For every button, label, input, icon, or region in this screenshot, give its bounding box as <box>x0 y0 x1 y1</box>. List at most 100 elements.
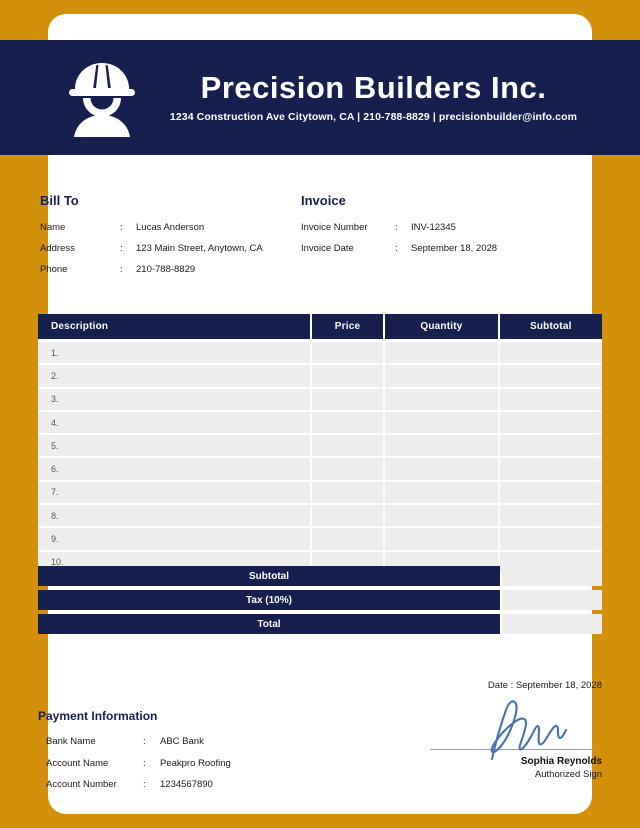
invoice-row-number: Invoice Number : INV-12345 <box>301 217 544 238</box>
cell-subtotal[interactable] <box>499 388 602 412</box>
table-row[interactable]: 8. <box>38 505 602 529</box>
handwritten-signature-icon <box>490 700 568 761</box>
bill-to-block: Bill To Name : Lucas Anderson Address : … <box>40 193 301 280</box>
bill-to-value-phone: 210-788-8829 <box>136 264 196 275</box>
cell-price[interactable] <box>311 435 386 459</box>
cell-price[interactable] <box>311 339 386 366</box>
invoice-title: Invoice <box>301 193 346 208</box>
cell-subtotal[interactable] <box>499 528 602 552</box>
cell-price[interactable] <box>311 388 386 412</box>
payment-value-account-name: Peakpro Roofing <box>160 757 231 769</box>
invoice-meta-block: Invoice Invoice Number : INV-12345 Invoi… <box>301 193 544 280</box>
invoice-label-date: Invoice Date <box>301 243 354 254</box>
signatory-role: Authorized Sign <box>534 769 602 780</box>
colon: : <box>120 222 123 233</box>
colon: : <box>143 736 146 747</box>
invoice-info-section: Bill To Name : Lucas Anderson Address : … <box>0 193 544 280</box>
cell-quantity[interactable] <box>385 365 500 389</box>
totals-value-tax[interactable] <box>502 590 602 610</box>
cell-quantity[interactable] <box>385 481 500 506</box>
totals-value-subtotal[interactable] <box>502 566 602 586</box>
table-row[interactable]: 7. <box>38 481 602 506</box>
bill-to-row-phone: Phone : 210-788-8829 <box>40 259 301 280</box>
cell-quantity[interactable] <box>385 388 500 412</box>
company-name: Precision Builders Inc. <box>200 69 547 105</box>
bill-to-row-address: Address : 123 Main Street, Anytown, CA <box>40 238 301 259</box>
signature-date: Date : September 18, 2028 <box>487 680 602 691</box>
cell-description[interactable]: 5. <box>38 435 312 459</box>
cell-price[interactable] <box>311 458 386 482</box>
table-row[interactable]: 3. <box>38 388 602 412</box>
invoice-header: Precision Builders Inc. 1234 Constructio… <box>0 40 640 155</box>
totals-row-tax: Tax (10%) <box>38 590 602 610</box>
payment-row-bank-name: Bank Name : ABC Bank <box>38 731 338 753</box>
cell-price[interactable] <box>311 481 386 506</box>
totals-row-total: Total <box>38 614 602 634</box>
payment-label-account-name: Account Name <box>46 757 109 769</box>
table-row[interactable]: 1. <box>38 339 602 366</box>
colon: : <box>143 779 146 790</box>
cell-description[interactable]: 3. <box>38 388 312 412</box>
cell-quantity[interactable] <box>385 528 500 552</box>
bill-to-value-name: Lucas Anderson <box>136 222 205 233</box>
cell-subtotal[interactable] <box>499 458 602 482</box>
signature-graphic <box>422 693 602 761</box>
bill-to-title: Bill To <box>40 193 79 208</box>
cell-price[interactable] <box>311 365 386 389</box>
cell-subtotal[interactable] <box>499 481 602 506</box>
totals-value-total[interactable] <box>502 614 602 634</box>
column-header-description: Description <box>38 314 312 339</box>
cell-price[interactable] <box>311 411 386 436</box>
table-row[interactable]: 6. <box>38 458 602 482</box>
cell-description[interactable]: 1. <box>38 339 312 366</box>
cell-subtotal[interactable] <box>499 411 602 436</box>
company-logo <box>42 57 162 139</box>
cell-description[interactable]: 9. <box>38 528 312 552</box>
table-row[interactable]: 5. <box>38 435 602 459</box>
cell-description[interactable]: 6. <box>38 458 312 482</box>
cell-subtotal[interactable] <box>499 339 602 366</box>
payment-row-account-number: Account Number : 1234567890 <box>38 774 338 796</box>
cell-description[interactable]: 8. <box>38 505 312 529</box>
table-row[interactable]: 4. <box>38 411 602 436</box>
cell-quantity[interactable] <box>385 505 500 529</box>
table-row[interactable]: 2. <box>38 365 602 389</box>
invoice-value-date: September 18, 2028 <box>411 243 498 254</box>
cell-subtotal[interactable] <box>499 435 602 459</box>
header-text-block: Precision Builders Inc. 1234 Constructio… <box>162 69 640 123</box>
invoice-label-number: Invoice Number <box>301 222 368 233</box>
cell-subtotal[interactable] <box>499 505 602 529</box>
cell-subtotal[interactable] <box>499 365 602 389</box>
totals-section: Subtotal Tax (10%) Total <box>38 566 602 638</box>
payment-label-account-number: Account Number <box>46 779 117 790</box>
bill-to-label-phone: Phone <box>40 264 68 275</box>
payment-information-section: Payment Information Bank Name : ABC Bank… <box>38 709 338 796</box>
cell-quantity[interactable] <box>385 411 500 436</box>
colon: : <box>143 757 146 769</box>
line-items-table: Description Price Quantity Subtotal 1. 2… <box>38 314 602 575</box>
invoice-value-number: INV-12345 <box>411 222 456 233</box>
colon: : <box>120 264 123 275</box>
table-body: 1. 2. 3. 4. 5. 6. 7. 8. 9. 10. <box>38 339 602 575</box>
bill-to-value-address: 123 Main Street, Anytown, CA <box>136 243 263 254</box>
cell-description[interactable]: 7. <box>38 481 312 506</box>
bill-to-row-name: Name : Lucas Anderson <box>40 217 301 238</box>
cell-quantity[interactable] <box>385 458 500 482</box>
bill-to-label-name: Name <box>40 222 66 233</box>
cell-description[interactable]: 2. <box>38 365 312 389</box>
cell-quantity[interactable] <box>385 435 500 459</box>
column-header-subtotal: Subtotal <box>499 314 602 339</box>
table-row[interactable]: 9. <box>38 528 602 552</box>
column-header-quantity: Quantity <box>385 314 500 339</box>
payment-value-bank-name: ABC Bank <box>160 736 204 747</box>
payment-value-account-number: 1234567890 <box>160 779 213 790</box>
colon: : <box>395 243 398 254</box>
cell-quantity[interactable] <box>385 339 500 366</box>
cell-price[interactable] <box>311 505 386 529</box>
totals-label-subtotal: Subtotal <box>38 566 500 586</box>
cell-description[interactable]: 4. <box>38 411 312 436</box>
cell-price[interactable] <box>311 528 386 552</box>
totals-label-tax: Tax (10%) <box>38 590 500 610</box>
colon: : <box>120 243 123 254</box>
payment-information-title: Payment Information <box>38 709 158 723</box>
